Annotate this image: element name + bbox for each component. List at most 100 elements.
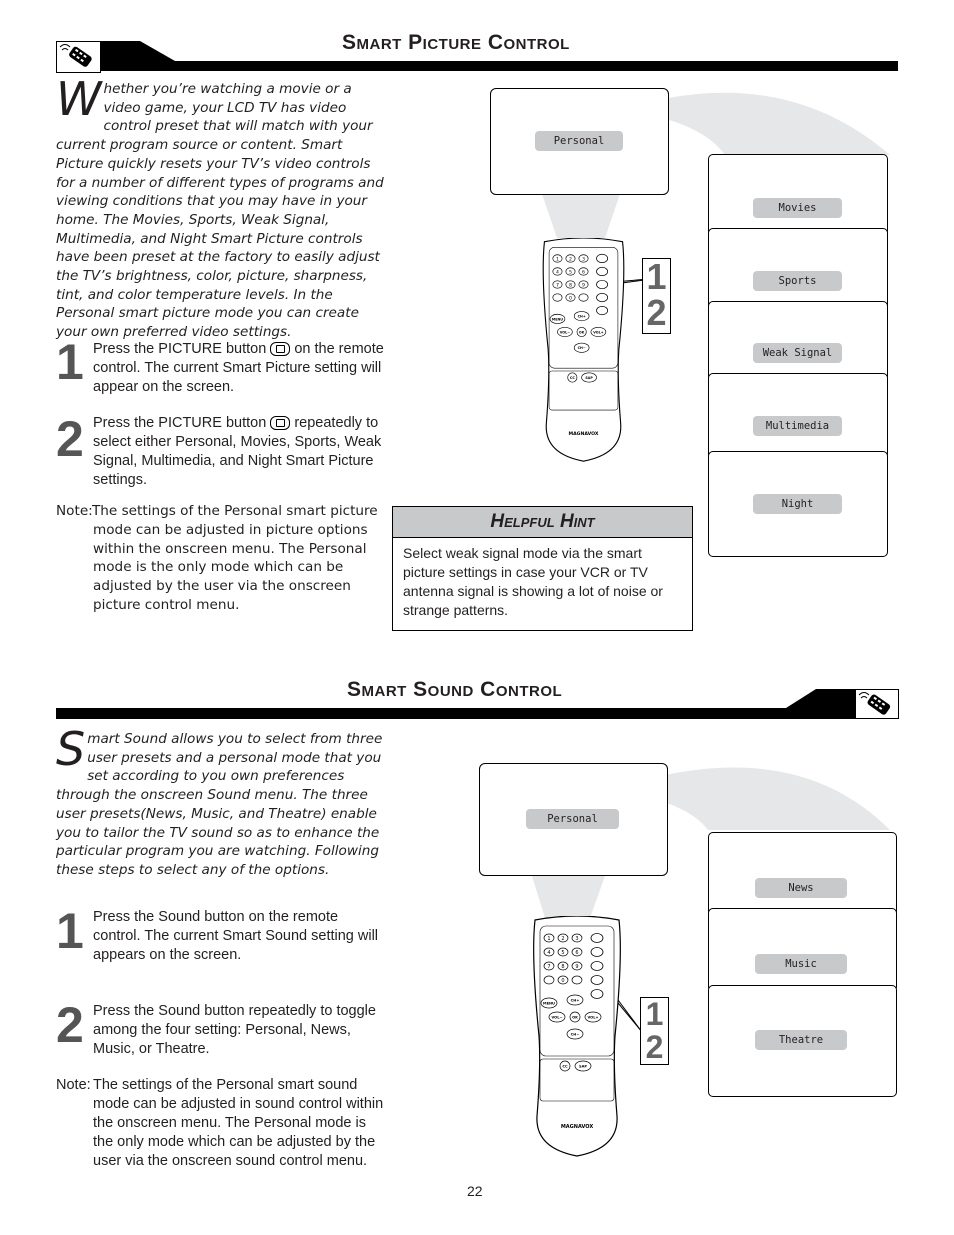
- step-number: 1: [56, 334, 84, 390]
- drop-cap: W: [56, 72, 102, 126]
- svg-text:VOL−: VOL−: [551, 1016, 562, 1020]
- remote-number-button: [571, 975, 583, 985]
- mode-label: Movies: [753, 198, 842, 218]
- svg-text:CH−: CH−: [571, 1033, 580, 1037]
- remote-number-button: [543, 975, 555, 985]
- remote-function-button: [596, 253, 609, 264]
- remote-number-button: [552, 293, 563, 302]
- mode-label: News: [755, 878, 847, 898]
- svg-text:OK: OK: [579, 330, 585, 334]
- svg-text:VOL−: VOL−: [560, 330, 570, 334]
- remote-number-button: [578, 293, 589, 302]
- tv-screen: Personal: [490, 88, 669, 195]
- manual-page: Smart Picture Control Whether you’re wat…: [0, 0, 954, 1235]
- mode-card: News: [708, 832, 897, 916]
- remote-function-button: [596, 279, 609, 290]
- svg-text:6: 6: [582, 269, 585, 275]
- svg-text:7: 7: [556, 282, 559, 288]
- svg-text:MENU: MENU: [543, 1002, 555, 1006]
- picture-button-icon: [270, 342, 291, 357]
- step-2-text: Press the PICTURE button repeatedly to s…: [93, 415, 382, 488]
- note: Note: The settings of the Personal smart…: [56, 1077, 384, 1169]
- step-2-text: Press the Sound button repeatedly to tog…: [93, 1003, 376, 1057]
- svg-text:CH+: CH+: [578, 315, 586, 319]
- svg-text:0: 0: [569, 295, 572, 301]
- step-1-text: Press the PICTURE button on the remote c…: [93, 341, 384, 395]
- mode-label: Night: [753, 494, 842, 514]
- section-title: Smart Picture Control: [342, 31, 570, 54]
- svg-text:9: 9: [582, 282, 585, 288]
- svg-text:OK: OK: [572, 1016, 578, 1020]
- svg-text:8: 8: [569, 282, 572, 288]
- remote-function-button: [590, 933, 604, 943]
- drop-cap: S: [56, 722, 86, 776]
- remote-icon: [858, 692, 891, 715]
- mode-card: Weak Signal: [708, 301, 888, 381]
- intro-paragraph: Whether you’re watching a movie or a vid…: [56, 72, 384, 341]
- svg-text:4: 4: [556, 269, 559, 275]
- mode-card: Music: [708, 908, 897, 992]
- step-number: 1: [56, 903, 84, 959]
- header-bar: [56, 689, 856, 719]
- mode-card: Theatre: [708, 985, 897, 1097]
- svg-text:2: 2: [569, 256, 572, 262]
- svg-text:8: 8: [561, 964, 564, 970]
- screen-mode-label: Personal: [526, 809, 619, 829]
- mode-label: Music: [755, 954, 847, 974]
- page-number: 22: [467, 1183, 483, 1199]
- svg-text:SAP: SAP: [579, 1065, 587, 1069]
- remote-control: 1 2 3 4 5 6 7 8 9 0 CH+ CH− VOL− VOL+ OK MENU CC SAP MAGNA…: [527, 915, 627, 1170]
- svg-text:6: 6: [575, 950, 578, 956]
- mode-label: Sports: [753, 271, 842, 291]
- light-beam: [532, 876, 605, 918]
- picture-button-icon: [270, 416, 291, 431]
- svg-text:9: 9: [575, 964, 578, 970]
- tv-screen: Personal: [479, 763, 668, 876]
- remote-control: 1 2 3 4 5 6 7 8 9 0 CH+ CH− VOL− VOL+ OK MENU CC SAP MAGNA…: [537, 237, 630, 475]
- svg-text:CH+: CH+: [571, 999, 580, 1003]
- step-number: 2: [56, 997, 84, 1053]
- brand-logo: MAGNAVOX: [568, 431, 598, 437]
- remote-function-button: [590, 989, 604, 999]
- svg-text:4: 4: [547, 950, 550, 956]
- svg-text:3: 3: [575, 936, 578, 942]
- svg-text:0: 0: [561, 978, 564, 984]
- step-callout: 12: [642, 258, 671, 334]
- note: Note: The settings of the Personal smart…: [56, 503, 378, 613]
- light-beam: [542, 194, 620, 238]
- svg-text:5: 5: [569, 269, 572, 275]
- svg-text:SAP: SAP: [585, 376, 593, 380]
- mode-card: Movies: [708, 154, 888, 236]
- remote-icon-box: [56, 41, 101, 73]
- remote-function-button: [596, 292, 609, 303]
- svg-text:1: 1: [556, 256, 559, 262]
- step-callout: 12: [640, 997, 669, 1065]
- intro-paragraph: Smart Sound allows you to select from th…: [56, 722, 383, 878]
- remote-icon: [59, 44, 92, 67]
- screen-mode-label: Personal: [535, 131, 623, 151]
- remote-function-button: [596, 266, 609, 277]
- svg-text:MENU: MENU: [552, 317, 563, 321]
- svg-text:5: 5: [561, 950, 564, 956]
- svg-text:VOL+: VOL+: [593, 330, 603, 334]
- svg-text:7: 7: [547, 964, 550, 970]
- svg-text:CC: CC: [570, 376, 575, 380]
- svg-text:CH−: CH−: [578, 346, 586, 350]
- mode-card: Multimedia: [708, 373, 888, 459]
- mode-label: Weak Signal: [753, 343, 842, 363]
- remote-icon-box: [855, 689, 899, 719]
- mode-card: Night: [708, 451, 888, 557]
- brand-logo: MAGNAVOX: [561, 1124, 594, 1130]
- remote-function-button: [590, 961, 604, 971]
- remote-function-button: [590, 975, 604, 985]
- remote-function-button: [590, 947, 604, 957]
- step-number: 2: [56, 411, 84, 467]
- mode-label: Theatre: [755, 1030, 847, 1050]
- svg-text:3: 3: [582, 256, 585, 262]
- svg-text:2: 2: [561, 936, 564, 942]
- svg-text:1: 1: [547, 936, 550, 942]
- mode-label: Multimedia: [753, 416, 842, 436]
- svg-text:VOL+: VOL+: [587, 1016, 598, 1020]
- remote-function-button: [596, 305, 609, 316]
- mode-card: Sports: [708, 228, 888, 310]
